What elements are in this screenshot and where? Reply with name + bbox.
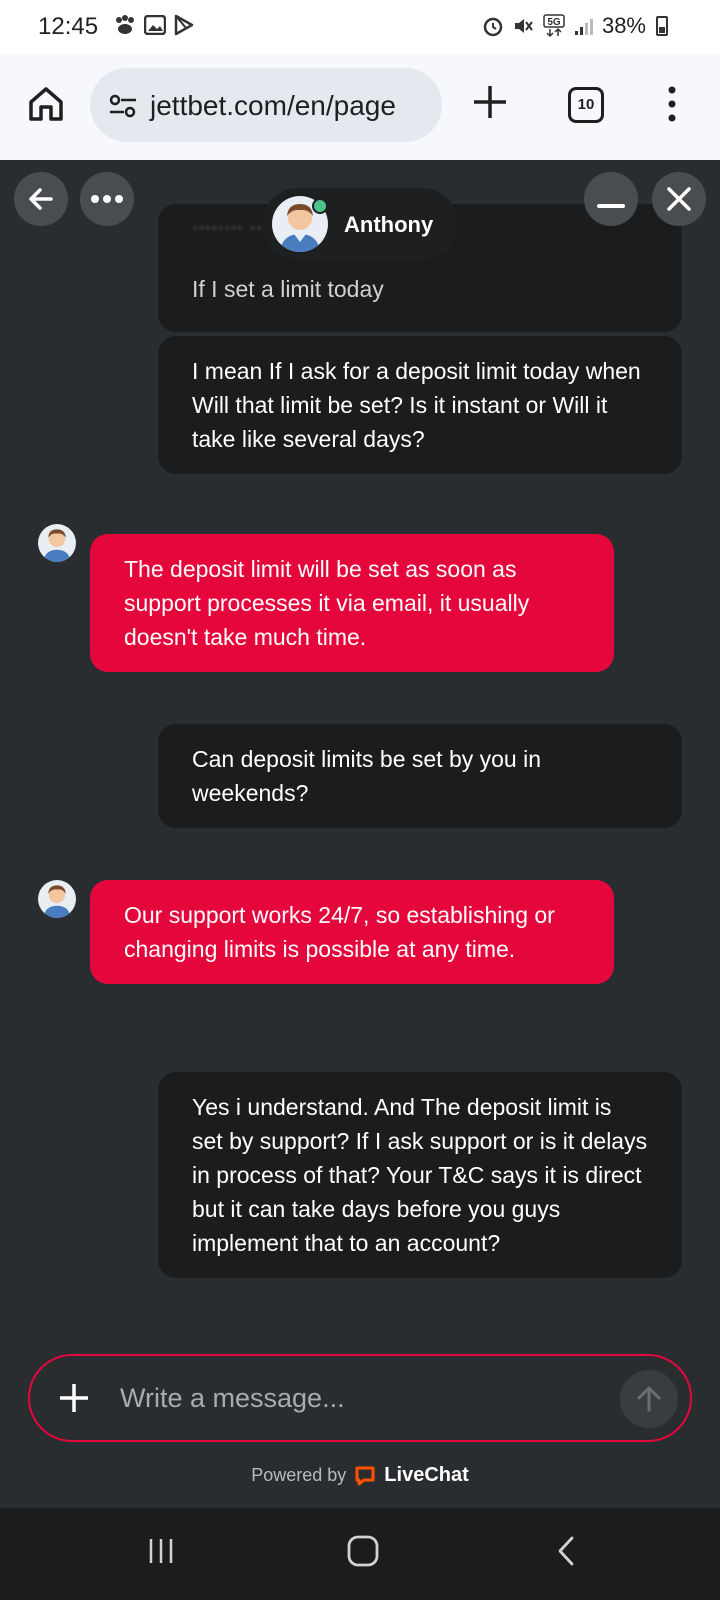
- browser-toolbar: jettbet.com/en/page 10: [0, 54, 720, 160]
- site-settings-icon[interactable]: [108, 92, 138, 120]
- message-bubble-user: Can deposit limits be set by you in week…: [158, 724, 682, 828]
- message-text: Can deposit limits be set by you in week…: [192, 746, 542, 806]
- agent-name: Anthony: [344, 212, 434, 237]
- alarm-icon: [483, 17, 503, 37]
- message-text: The deposit limit will be set as soon as…: [124, 556, 530, 650]
- home-icon[interactable]: [24, 82, 68, 126]
- status-time: 12:45: [38, 13, 99, 40]
- signal-icon: [574, 19, 593, 35]
- send-button[interactable]: [620, 1370, 678, 1428]
- livechat-brand[interactable]: LiveChat: [384, 1464, 468, 1487]
- minimize-button[interactable]: [584, 172, 638, 226]
- arrow-left-icon: [29, 188, 53, 210]
- url-text[interactable]: jettbet.com/en/page: [150, 90, 396, 122]
- message-text: If I set a limit today: [192, 276, 384, 302]
- message-bubble-user: I mean If I ask for a deposit limit toda…: [158, 336, 682, 474]
- back-nav-icon[interactable]: [554, 1534, 580, 1568]
- tab-switcher-button[interactable]: 10: [568, 87, 604, 123]
- agent-avatar: [38, 524, 76, 562]
- message-bubble-user: Yes i understand. And The deposit limit …: [158, 1072, 682, 1278]
- ellipsis-icon: [91, 195, 123, 203]
- battery-percent: 38%: [601, 13, 646, 38]
- online-status-dot: [312, 198, 328, 214]
- agent-avatar: [38, 880, 76, 918]
- close-button[interactable]: [652, 172, 706, 226]
- gallery-icon: [144, 15, 166, 35]
- message-input[interactable]: [120, 1374, 600, 1422]
- chat-window: ........ .... ... .. ... ........ If I s…: [0, 160, 720, 1508]
- message-bubble-agent: The deposit limit will be set as soon as…: [90, 534, 614, 672]
- powered-by-footer: Powered by LiveChat: [0, 1464, 720, 1487]
- arrow-up-icon: [637, 1386, 661, 1412]
- address-bar[interactable]: jettbet.com/en/page: [90, 68, 442, 142]
- home-nav-icon[interactable]: [346, 1534, 380, 1568]
- message-composer: [28, 1354, 692, 1442]
- livechat-logo-icon: [355, 1466, 375, 1485]
- battery-icon: [656, 16, 668, 36]
- mute-icon: [514, 19, 533, 33]
- message-text: I mean If I ask for a deposit limit toda…: [192, 358, 641, 452]
- back-button[interactable]: [14, 172, 68, 226]
- recent-apps-icon[interactable]: [146, 1536, 176, 1566]
- minimize-icon: [597, 204, 625, 208]
- message-bubble-agent: Our support works 24/7, so establishing …: [90, 880, 614, 984]
- message-text: Our support works 24/7, so establishing …: [124, 902, 555, 962]
- powered-by-text: Powered by: [251, 1465, 347, 1485]
- new-tab-icon[interactable]: [470, 82, 510, 122]
- message-text: Yes i understand. And The deposit limit …: [192, 1094, 648, 1256]
- close-icon: [667, 187, 691, 211]
- add-attachment-icon[interactable]: [56, 1380, 92, 1416]
- system-icons: 5G 38%: [482, 13, 668, 39]
- status-bar: 12:45 5G 38%: [0, 0, 720, 54]
- browser-menu-icon[interactable]: [664, 84, 680, 124]
- play-store-icon: [174, 14, 194, 36]
- 5g-icon: 5G: [543, 14, 565, 38]
- svg-text:5G: 5G: [547, 17, 561, 28]
- more-options-button[interactable]: [80, 172, 134, 226]
- notification-icons: [114, 14, 194, 36]
- agent-header: Anthony: [262, 188, 458, 260]
- system-nav-bar: [0, 1508, 720, 1600]
- paw-icon: [116, 15, 134, 34]
